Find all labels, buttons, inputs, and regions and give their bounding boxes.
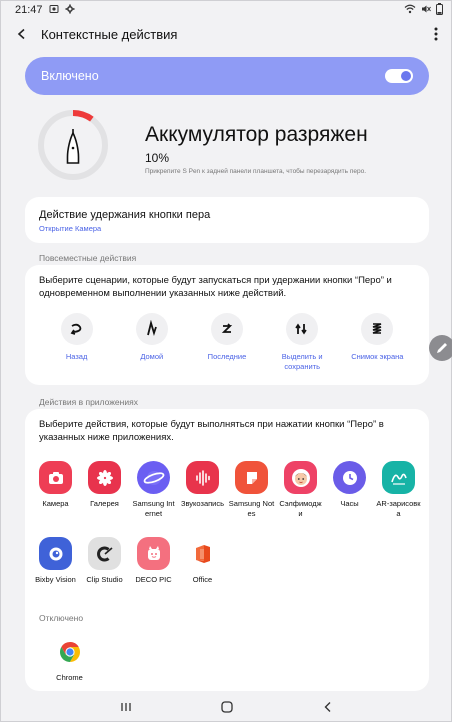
s-pen-icon (66, 129, 80, 164)
gesture-smart-select[interactable]: Выделить и сохранить (266, 313, 338, 372)
app-actions-description: Выберите действия, которые будут выполня… (39, 419, 384, 443)
app-voice-recorder[interactable]: Звукозапись (178, 461, 227, 537)
wifi-icon (404, 4, 416, 17)
switch-knob (401, 71, 411, 81)
global-actions-description: Выберите сценарии, которые будут запуска… (39, 275, 392, 299)
app-label: DECO PIC (135, 575, 172, 584)
more-vertical-icon (434, 27, 438, 41)
gesture-recents[interactable]: Последние (191, 313, 263, 372)
app-label: Samsung Notes (228, 499, 275, 518)
app-label: Samsung Internet (132, 499, 175, 518)
app-camera[interactable]: Камера (31, 461, 80, 537)
navigation-bar (1, 695, 452, 722)
camera-icon (48, 471, 63, 484)
battery-percent: 10% (145, 151, 170, 165)
gesture-label: Выделить и сохранить (281, 352, 323, 371)
gesture-label: Снимок экрана (351, 352, 404, 361)
clip-studio-icon (96, 546, 113, 561)
deco-pic-icon (147, 545, 160, 560)
voice-recorder-icon (195, 469, 210, 486)
status-bar: 21:47 (1, 1, 452, 19)
bixby-vision-icon (49, 547, 62, 560)
app-clip-studio[interactable]: Clip Studio (80, 537, 129, 613)
back-icon (324, 702, 331, 712)
app-bixby-vision[interactable]: Bixby Vision (31, 537, 80, 613)
back-arrow-icon (17, 28, 25, 40)
app-actions-card: Выберите действия, которые будут выполня… (25, 409, 429, 691)
master-toggle-label: Включено (41, 69, 99, 83)
clock-icon (342, 470, 357, 485)
app-gallery[interactable]: Галерея (80, 461, 129, 537)
app-label: Галерея (90, 499, 119, 508)
more-options-button[interactable] (429, 25, 443, 43)
gesture-label: Домой (140, 352, 164, 361)
gesture-screenshot-icon (373, 323, 382, 334)
gesture-label: Назад (65, 352, 88, 361)
page-title: Контекстные действия (41, 26, 178, 42)
recents-nav-button[interactable] (120, 700, 132, 718)
app-samsung-notes[interactable]: Samsung Notes (227, 461, 276, 537)
app-actions-section-title: Действия в приложениях (39, 397, 138, 407)
gesture-home-icon (146, 320, 157, 336)
disabled-section-title: Отключено (39, 613, 84, 623)
gesture-label: Последние (207, 352, 247, 361)
global-actions-card: Выберите сценарии, которые будут запуска… (25, 265, 429, 385)
gesture-screenshot[interactable]: Снимок экрана (341, 313, 413, 372)
battery-level-ring (38, 110, 108, 180)
app-label: Clip Studio (86, 575, 123, 584)
gesture-recents-icon (221, 323, 233, 333)
gesture-list: Назад Домой Последние Выделить и сохрани… (39, 313, 415, 372)
back-button[interactable] (13, 25, 31, 43)
settings-status-icon (65, 4, 75, 17)
gesture-back-icon (70, 323, 81, 335)
battery-status: Аккумулятор разряжен 10% Прикрепите S Pe… (37, 109, 429, 185)
gesture-home[interactable]: Домой (116, 313, 188, 372)
office-icon (195, 544, 210, 563)
hold-action-title: Действие удержания кнопки пера (39, 209, 211, 221)
app-label: Chrome (56, 673, 83, 682)
app-grid: Камера Галерея Samsung Internet Звукозап… (31, 461, 423, 613)
hold-action-card[interactable]: Действие удержания кнопки пера Открытие … (25, 197, 429, 243)
hold-action-value: Открытие Камера (39, 224, 102, 233)
chrome-icon (59, 641, 80, 662)
pen-icon (437, 343, 447, 353)
global-actions-section-title: Повсеместные действия (39, 253, 137, 263)
app-label: Office (192, 575, 213, 584)
app-samsung-internet[interactable]: Samsung Internet (129, 461, 178, 537)
app-bar: Контекстные действия (1, 19, 452, 49)
ar-doodle-icon (390, 473, 407, 485)
app-label: Камера (42, 499, 69, 508)
app-label: Часы (340, 499, 359, 508)
gesture-smart-select-icon (295, 323, 307, 335)
gallery-icon (96, 469, 113, 486)
master-toggle-bar[interactable]: Включено (25, 57, 429, 95)
home-icon (221, 700, 233, 713)
app-office[interactable]: Office (178, 537, 227, 613)
home-nav-button[interactable] (220, 700, 234, 719)
screen: 21:47 Контекстные действия Включено Акку… (0, 0, 452, 722)
master-switch[interactable] (385, 69, 413, 83)
air-command-button[interactable] (429, 335, 452, 361)
app-ar-doodle[interactable]: AR-зарисовка (374, 461, 423, 537)
app-selfiemoji[interactable]: Сэлфимоджи (276, 461, 325, 537)
app-label: Звукозапись (180, 499, 225, 508)
notes-icon (246, 471, 257, 484)
app-deco-pic[interactable]: DECO PIC (129, 537, 178, 613)
battery-status-icon (436, 2, 443, 18)
mute-icon (421, 4, 431, 17)
app-clock[interactable]: Часы (325, 461, 374, 537)
internet-icon (143, 470, 164, 485)
app-label: Bixby Vision (35, 575, 76, 584)
selfiemoji-icon (291, 468, 310, 487)
app-label: AR-зарисовка (376, 499, 421, 518)
back-nav-button[interactable] (322, 700, 334, 718)
battery-title: Аккумулятор разряжен (145, 123, 368, 146)
gesture-back[interactable]: Назад (41, 313, 113, 372)
status-time: 21:47 (15, 4, 43, 16)
screenshot-icon (49, 4, 59, 17)
app-label: Сэлфимоджи (279, 499, 322, 518)
battery-hint: Прикрепите S Pen к задней панели планшет… (145, 168, 367, 175)
recents-icon (121, 703, 131, 711)
